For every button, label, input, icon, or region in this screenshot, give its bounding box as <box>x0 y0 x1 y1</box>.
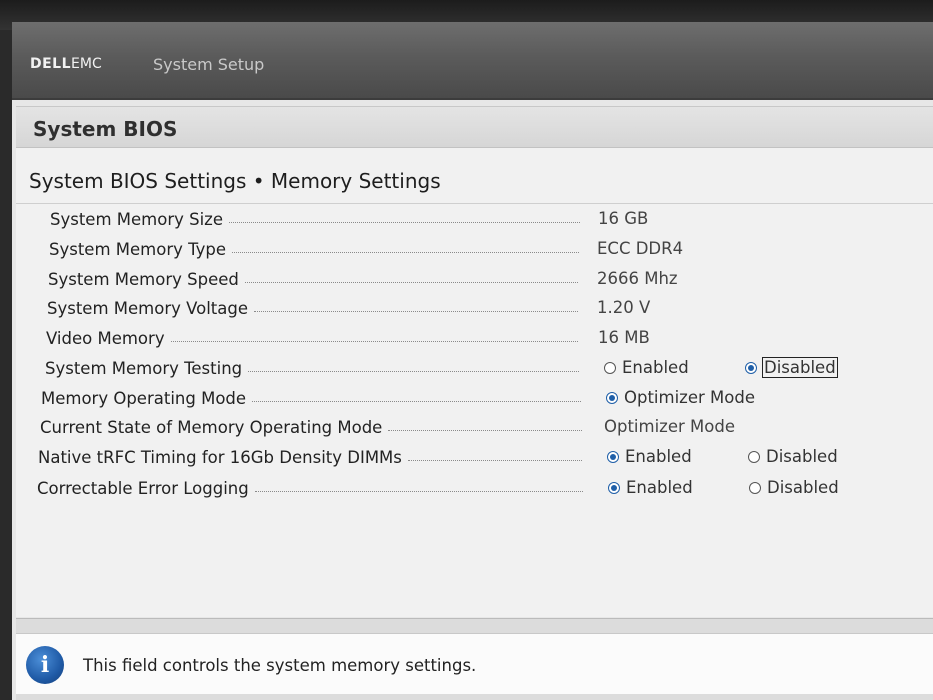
brand-main: DELL <box>30 56 72 72</box>
leader-dots <box>388 430 582 431</box>
setting-label: System Memory Type <box>49 240 231 259</box>
radio-selected-icon <box>607 450 619 463</box>
setting-row-correctable-error-logging: Correctable Error Logging Enabled Disabl… <box>37 477 897 503</box>
setting-value: 1.20 V <box>597 298 651 317</box>
help-panel: i This field controls the system memory … <box>16 618 933 700</box>
setting-value: 2666 Mhz <box>597 269 678 288</box>
option-label: Disabled <box>766 447 838 466</box>
leader-dots <box>408 460 582 461</box>
option-label: Enabled <box>622 358 689 377</box>
brand-sub: EMC <box>71 56 102 72</box>
radio-selected-icon <box>606 391 618 404</box>
leader-dots <box>245 282 578 283</box>
top-bar: DELLEMC System Setup <box>12 22 933 100</box>
setting-label: Video Memory <box>46 329 169 348</box>
radio-unselected-icon <box>749 481 761 494</box>
setting-row-native-trfc-timing: Native tRFC Timing for 16Gb Density DIMM… <box>38 446 898 472</box>
radio-option-optimizer-mode[interactable]: Optimizer Mode <box>606 388 755 407</box>
setting-value: 16 GB <box>598 209 649 228</box>
app-title: System Setup <box>153 55 265 74</box>
setting-row-current-state-operating-mode: Current State of Memory Operating Mode O… <box>40 416 900 442</box>
leader-dots <box>171 341 578 342</box>
section-divider <box>16 203 933 204</box>
option-label: Disabled <box>767 478 839 497</box>
radio-selected-icon <box>745 361 757 374</box>
setting-label: Current State of Memory Operating Mode <box>40 418 387 437</box>
setting-row-system-memory-voltage: System Memory Voltage 1.20 V <box>47 297 907 323</box>
radio-option-disabled[interactable]: Disabled <box>748 447 838 466</box>
leader-dots <box>229 222 580 223</box>
help-text: This field controls the system memory se… <box>83 656 477 675</box>
option-label: Enabled <box>625 447 692 466</box>
radio-selected-icon <box>608 481 620 494</box>
option-label-focused: Disabled <box>762 357 838 378</box>
dell-emc-logo: DELLEMC <box>30 56 102 72</box>
setting-row-system-memory-size: System Memory Size 16 GB <box>50 208 910 234</box>
help-box: i This field controls the system memory … <box>16 633 933 694</box>
setting-row-video-memory: Video Memory 16 MB <box>46 327 906 353</box>
leader-dots <box>248 371 579 372</box>
radio-option-enabled[interactable]: Enabled <box>604 358 689 377</box>
leader-dots <box>232 252 579 253</box>
setting-label: Memory Operating Mode <box>41 389 251 408</box>
leader-dots <box>255 491 583 492</box>
setting-label: Native tRFC Timing for 16Gb Density DIMM… <box>38 448 406 467</box>
radio-option-enabled[interactable]: Enabled <box>608 478 693 497</box>
setting-value: 16 MB <box>598 328 650 347</box>
page-title: System BIOS <box>33 117 178 141</box>
setting-value: ECC DDR4 <box>597 239 684 258</box>
radio-unselected-icon <box>748 450 760 463</box>
setting-row-memory-operating-mode: Memory Operating Mode Optimizer Mode <box>41 387 901 413</box>
main-panel: System BIOS System BIOS Settings • Memor… <box>16 106 933 617</box>
setting-label: System Memory Voltage <box>47 299 253 318</box>
radio-option-disabled[interactable]: Disabled <box>749 478 839 497</box>
info-icon: i <box>26 646 64 684</box>
setting-value: Optimizer Mode <box>604 417 735 436</box>
setting-row-system-memory-testing: System Memory Testing Enabled Disabled <box>45 357 905 383</box>
bios-screen: DELLEMC System Setup System BIOS System … <box>12 22 933 700</box>
leader-dots <box>254 311 578 312</box>
radio-option-enabled[interactable]: Enabled <box>607 447 692 466</box>
radio-option-disabled[interactable]: Disabled <box>745 357 838 378</box>
setting-label: System Memory Size <box>50 210 227 229</box>
option-label: Optimizer Mode <box>624 388 755 407</box>
leader-dots <box>252 401 581 402</box>
section-title: System BIOS Settings • Memory Settings <box>29 169 441 193</box>
setting-label: System Memory Speed <box>48 270 243 289</box>
option-label: Enabled <box>626 478 693 497</box>
setting-row-system-memory-type: System Memory Type ECC DDR4 <box>49 238 909 264</box>
setting-label: System Memory Testing <box>45 359 247 378</box>
setting-row-system-memory-speed: System Memory Speed 2666 Mhz <box>48 268 908 294</box>
page-title-bar: System BIOS <box>16 107 933 148</box>
radio-unselected-icon <box>604 361 616 374</box>
setting-label: Correctable Error Logging <box>37 479 253 498</box>
